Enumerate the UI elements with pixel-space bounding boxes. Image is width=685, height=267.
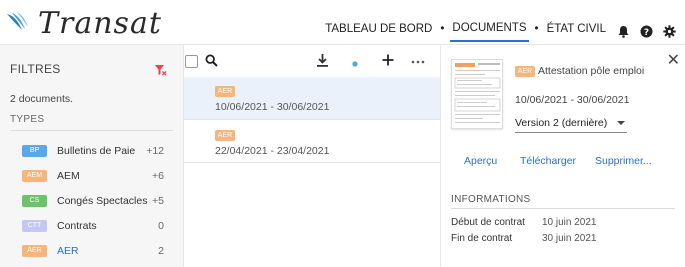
nav-tableau-de-bord[interactable]: TABLEAU DE BORD (323, 23, 434, 41)
info-label: Fin de contrat (451, 233, 513, 244)
logo[interactable]: Transat (6, 6, 162, 41)
nav-documents[interactable]: DOCUMENTS (450, 22, 529, 42)
types-heading: TYPES (10, 114, 45, 125)
delete-button[interactable]: Supprimer... (595, 155, 652, 167)
type-count: +5 (152, 195, 164, 207)
download-icon[interactable] (316, 54, 329, 70)
type-label: Congés Spectacles (57, 195, 148, 207)
logo-wings-icon (6, 12, 34, 35)
filter-type-contrats[interactable]: CTT Contrats 0 (22, 217, 164, 235)
preview-button[interactable]: Aperçu (464, 155, 497, 167)
type-count: +6 (152, 170, 164, 182)
type-label: AER (57, 245, 79, 257)
version-value: Version 2 (dernière) (515, 117, 608, 129)
type-badge: AER (22, 245, 47, 257)
info-value: 30 juin 2021 (542, 233, 597, 244)
download-button[interactable]: Télécharger (520, 155, 576, 167)
dot-icon[interactable] (352, 58, 358, 70)
clear-filter-icon[interactable] (155, 65, 167, 79)
close-icon[interactable]: ✕ (667, 53, 680, 69)
search-icon[interactable] (205, 54, 218, 70)
list-toolbar (184, 45, 441, 77)
type-count: +12 (146, 145, 164, 157)
nav-separator: • (534, 23, 539, 35)
add-icon[interactable] (382, 54, 394, 69)
document-dates: 10/06/2021 - 30/06/2021 (215, 101, 330, 113)
type-label: AEM (57, 170, 80, 182)
filters-sidebar: FILTRES 2 documents. TYPES BP Bulletins … (0, 44, 183, 267)
bell-icon[interactable] (617, 25, 631, 39)
info-label: Début de contrat (451, 217, 525, 228)
caret-down-icon (617, 121, 625, 125)
document-row[interactable]: AER 10/06/2021 - 30/06/2021 (184, 77, 441, 120)
filter-type-conges-spectacles[interactable]: CS Congés Spectacles +5 (22, 192, 164, 210)
type-label: Bulletins de Paie (57, 145, 136, 157)
type-badge: CS (22, 195, 47, 207)
header: Transat TABLEAU DE BORD • DOCUMENTS • ÉT… (0, 0, 685, 44)
type-badge: BP (22, 145, 47, 157)
help-icon[interactable]: ? (640, 25, 654, 39)
type-badge: AEM (22, 170, 47, 182)
document-dates: 22/04/2021 - 23/04/2021 (215, 145, 330, 157)
info-heading: INFORMATIONS (451, 194, 531, 205)
document-detail: ✕ AER Attestation pôle emploi 10/06/2021… (440, 44, 685, 267)
type-count: 0 (158, 220, 164, 232)
document-dates: 10/06/2021 - 30/06/2021 (515, 94, 630, 106)
documents-count: 2 documents. (10, 93, 74, 105)
type-badge: CTT (22, 220, 47, 232)
document-row[interactable]: AER 22/04/2021 - 23/04/2021 (184, 121, 441, 163)
documents-list: AER 10/06/2021 - 30/06/2021 AER 22/04/20… (183, 44, 441, 267)
document-title: Attestation pôle emploi (538, 65, 645, 77)
type-count: 2 (158, 245, 164, 257)
filter-type-aer[interactable]: AER AER 2 (22, 242, 164, 260)
document-thumbnail[interactable] (451, 59, 503, 129)
filters-title: FILTRES (10, 62, 61, 76)
document-badge: AER (515, 66, 535, 77)
main-nav: TABLEAU DE BORD • DOCUMENTS • ÉTAT CIVIL… (323, 22, 677, 42)
divider (451, 208, 675, 209)
info-value: 10 juin 2021 (542, 217, 597, 228)
document-badge: AER (215, 86, 235, 97)
nav-separator: • (440, 23, 445, 35)
settings-icon[interactable] (663, 25, 677, 39)
filter-type-bulletins-de-paie[interactable]: BP Bulletins de Paie +12 (22, 142, 164, 160)
more-icon[interactable] (411, 55, 425, 67)
select-all-checkbox[interactable] (185, 55, 198, 68)
svg-text:?: ? (644, 28, 649, 38)
type-label: Contrats (57, 220, 97, 232)
nav-etat-civil[interactable]: ÉTAT CIVIL (545, 23, 608, 41)
logo-text: Transat (38, 6, 162, 41)
filter-type-aem[interactable]: AEM AEM +6 (22, 167, 164, 185)
document-badge: AER (215, 130, 235, 141)
divider (10, 130, 173, 131)
version-select[interactable]: Version 2 (dernière) (515, 117, 627, 133)
